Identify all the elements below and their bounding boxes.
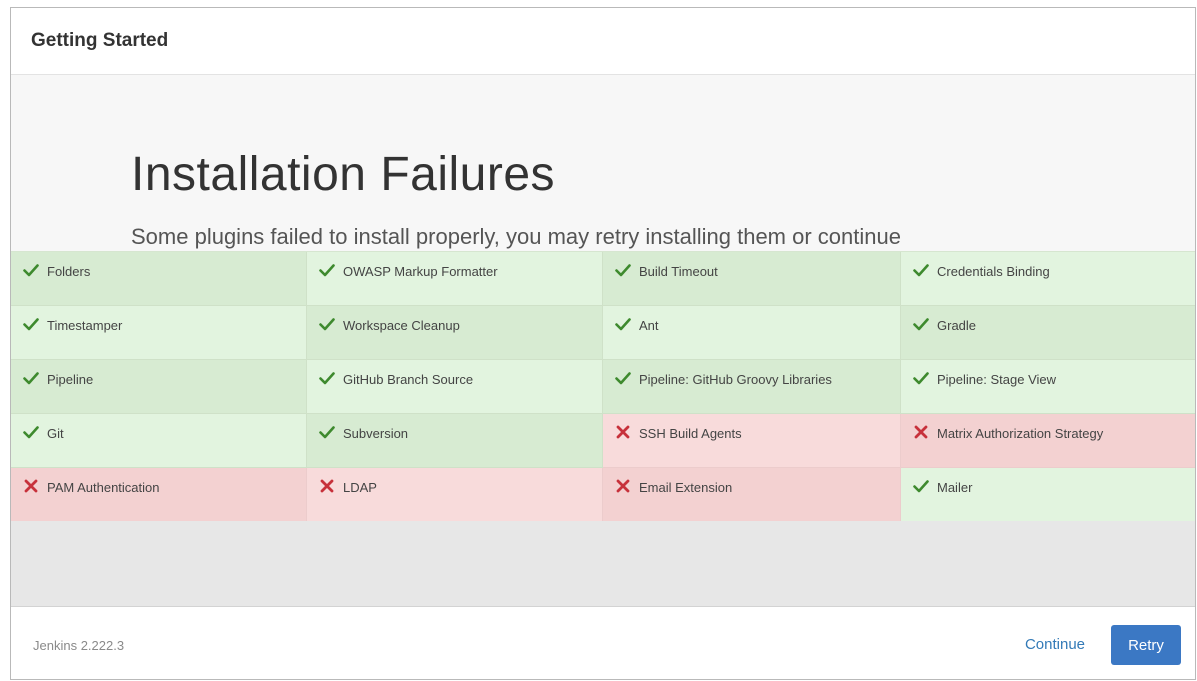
plugin-item: Timestamper: [11, 306, 307, 360]
plugin-name: Matrix Authorization Strategy: [937, 426, 1104, 441]
check-icon: [319, 424, 335, 440]
plugin-name: Folders: [47, 264, 91, 279]
plugin-item: Git: [11, 414, 307, 468]
plugin-item: Mailer: [901, 468, 1195, 522]
x-icon: [913, 424, 929, 440]
empty-scroll-area: [11, 521, 1195, 606]
plugin-name: Git: [47, 426, 64, 441]
check-icon: [615, 262, 631, 278]
check-icon: [23, 262, 39, 278]
plugin-item: Pipeline: [11, 360, 307, 414]
plugin-name: Pipeline: GitHub Groovy Libraries: [639, 372, 832, 387]
plugin-name: Email Extension: [639, 480, 733, 495]
check-icon: [23, 370, 39, 386]
check-icon: [23, 424, 39, 440]
header-title: Getting Started: [31, 30, 169, 51]
page-subtitle: Some plugins failed to install properly,…: [131, 224, 901, 249]
plugin-item: Workspace Cleanup: [307, 306, 603, 360]
jenkins-version: Jenkins 2.222.3: [33, 638, 125, 653]
plugin-name: SSH Build Agents: [639, 426, 742, 441]
plugin-name: GitHub Branch Source: [343, 372, 474, 387]
plugin-item: Matrix Authorization Strategy: [901, 414, 1195, 468]
plugin-status-grid: Folders OWASP Markup Formatter Build Timeo…: [11, 251, 1195, 522]
wizard-header: Getting Started: [11, 8, 1195, 75]
check-icon: [913, 370, 929, 386]
plugin-item: LDAP: [307, 468, 603, 522]
plugin-name: Pipeline: Stage View: [937, 372, 1057, 387]
plugin-item: Email Extension: [603, 468, 901, 522]
plugin-name: OWASP Markup Formatter: [343, 264, 498, 279]
wizard-content: Installation Failures Some plugins faile…: [11, 75, 1195, 606]
check-icon: [23, 316, 39, 332]
plugin-name: Gradle: [937, 318, 977, 333]
plugin-item: Gradle: [901, 306, 1195, 360]
plugin-name: Workspace Cleanup: [343, 318, 460, 333]
plugin-name: PAM Authentication: [47, 480, 160, 495]
wizard-footer: Jenkins 2.222.3 Continue Retry: [11, 606, 1195, 679]
plugin-name: Mailer: [937, 480, 973, 495]
plugin-item: Build Timeout: [603, 252, 901, 306]
x-icon: [23, 478, 39, 494]
check-icon: [319, 370, 335, 386]
check-icon: [913, 478, 929, 494]
check-icon: [319, 316, 335, 332]
check-icon: [615, 370, 631, 386]
check-icon: [615, 316, 631, 332]
plugin-name: Credentials Binding: [937, 264, 1050, 279]
plugin-item: GitHub Branch Source: [307, 360, 603, 414]
plugin-item: SSH Build Agents: [603, 414, 901, 468]
plugin-name: Timestamper: [47, 318, 123, 333]
plugin-item: OWASP Markup Formatter: [307, 252, 603, 306]
x-icon: [319, 478, 335, 494]
plugin-item: Ant: [603, 306, 901, 360]
plugin-name: Ant: [639, 318, 659, 333]
plugin-item: Subversion: [307, 414, 603, 468]
plugin-item: Pipeline: Stage View: [901, 360, 1195, 414]
check-icon: [913, 262, 929, 278]
page-title: Installation Failures: [131, 148, 556, 201]
plugin-item: Credentials Binding: [901, 252, 1195, 306]
plugin-name: Build Timeout: [639, 264, 718, 279]
plugin-item: Pipeline: GitHub Groovy Libraries: [603, 360, 901, 414]
retry-button[interactable]: Retry: [1111, 625, 1181, 665]
plugin-item: Folders: [11, 252, 307, 306]
plugin-name: LDAP: [343, 480, 377, 495]
x-icon: [615, 478, 631, 494]
check-icon: [319, 262, 335, 278]
setup-wizard-window: Getting Started Installation Failures So…: [10, 7, 1196, 680]
plugin-item: PAM Authentication: [11, 468, 307, 522]
continue-button[interactable]: Continue: [1025, 636, 1085, 653]
x-icon: [615, 424, 631, 440]
plugin-name: Subversion: [343, 426, 409, 441]
check-icon: [913, 316, 929, 332]
plugin-name: Pipeline: [47, 372, 94, 387]
